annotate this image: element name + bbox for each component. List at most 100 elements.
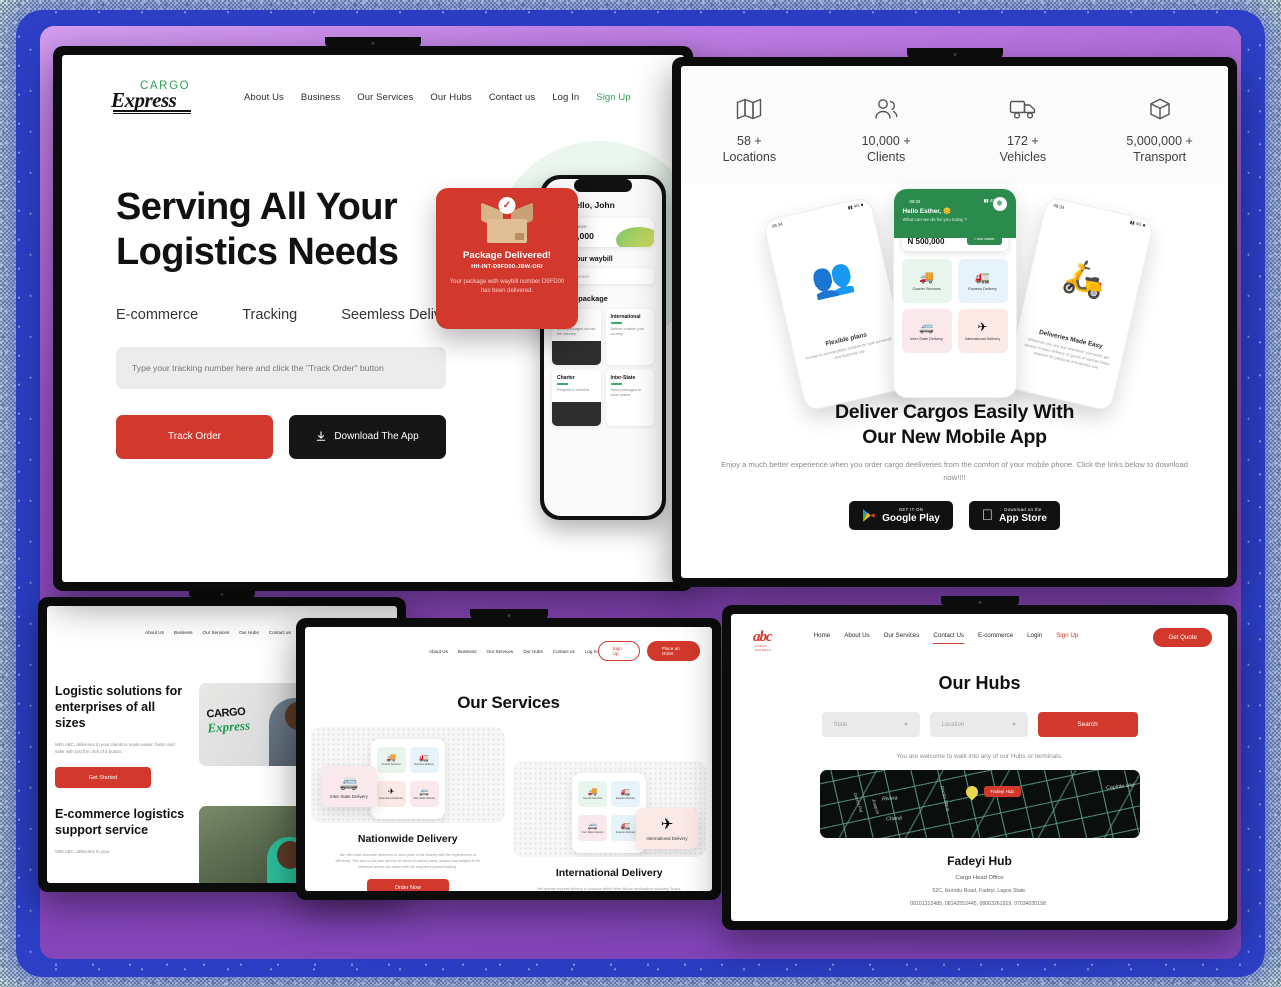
card-underline	[610, 322, 622, 324]
nav-contact-us[interactable]: Contact us	[489, 92, 535, 103]
phone-service-card[interactable]: Charter Request a vehichle	[552, 370, 601, 427]
hero-screen: CARGO Express About Us Business Our Serv…	[62, 55, 684, 582]
stat-label: Clients	[867, 150, 906, 164]
app-heading-line-2: Our New Mobile App	[862, 425, 1047, 448]
popout-card-international: ✈ International Delivery	[636, 808, 698, 849]
toast-message: Your package with waybill number D9FD00 …	[449, 279, 565, 295]
app-store-badge[interactable]:  Download on the App Store	[968, 500, 1060, 530]
nav-log-in[interactable]: Log In	[585, 649, 598, 654]
faux-tile: 🚐 Inter-State Delivery	[409, 781, 439, 807]
nav-sign-up[interactable]: Sign Up	[1056, 632, 1078, 644]
services-screen: About Us Business Our Services Our Hubs …	[305, 627, 712, 891]
tag-tracking: Tracking	[242, 306, 298, 323]
location-select[interactable]: Location ▾	[929, 712, 1028, 737]
place-an-order-button[interactable]: Place an Order	[646, 641, 700, 661]
nav-business[interactable]: Business	[458, 649, 477, 654]
app-service-tiles: 🚚 Courier Services 🚛 Express Delivery 🚐 …	[894, 251, 1016, 361]
services-nav-buttons: Sign Up Place an Order	[597, 641, 700, 661]
nav-contact-us[interactable]: Contact us	[269, 630, 291, 635]
stat-label: Locations	[722, 150, 777, 164]
leaf-badge-icon[interactable]: ❅	[992, 197, 1007, 211]
hubs-map[interactable]: Rivera Chaná Doctor Pal Joaquín Doctor M…	[819, 770, 1140, 838]
card-title: International	[610, 314, 641, 321]
courier-truck-icon: 🚚	[587, 787, 598, 797]
stat-locations: 58 + Locations	[681, 94, 818, 164]
google-play-badge[interactable]: GET IT ON Google Play	[849, 500, 953, 530]
airplane-icon: ✈	[660, 816, 674, 834]
package-delivered-toast: ✓ Package Delivered! HH-INT-D9FD00-JBW-O…	[436, 188, 578, 329]
faux-tile-label: Courier Services	[583, 797, 603, 801]
ecommerce-text: E-commerce logistics support service Wit…	[55, 806, 185, 883]
chevron-down-icon: ▾	[904, 722, 908, 728]
nav-our-services[interactable]: Our Services	[357, 92, 413, 103]
download-app-button[interactable]: Download The App	[289, 414, 446, 459]
apple-icon: 	[982, 508, 993, 523]
nav-home[interactable]: Home	[814, 632, 831, 644]
get-started-button[interactable]: Get Started	[55, 767, 151, 789]
nav-our-services[interactable]: Our Services	[203, 630, 230, 635]
nav-login[interactable]: Login	[1027, 632, 1042, 644]
card-underline	[610, 383, 622, 385]
nav-our-hubs[interactable]: Our Hubs	[239, 630, 259, 635]
nav-sign-up[interactable]: Sign Up	[596, 92, 631, 103]
cargo-express-logo[interactable]: CARGO Express	[110, 79, 196, 115]
status-icons: ▮▮ 4G ■	[847, 201, 864, 211]
phone-service-card[interactable]: Inter-State Send packages to other state…	[605, 370, 654, 427]
tracking-search-box[interactable]	[116, 346, 446, 389]
nav-about-us[interactable]: About Us	[145, 630, 164, 635]
nav-our-services[interactable]: Our Services	[884, 632, 920, 644]
nav-log-in[interactable]: Log In	[552, 92, 579, 103]
service-card-international: 🚚 Courier Services 🚛 Express Delivery 🚐 …	[512, 761, 706, 891]
faux-phone: 🚚 Courier Services 🚛 Express Delivery ✈ …	[370, 739, 445, 819]
app-greeting-sub: What can we do for you today ?	[902, 217, 968, 222]
airplane-icon: ✈	[387, 787, 395, 797]
tracking-number-input[interactable]	[132, 362, 430, 373]
card-desc: Request a vehichle	[557, 387, 590, 392]
service-title: Nationwide Delivery	[357, 833, 458, 845]
tile-express-delivery[interactable]: 🚛 Express Delivery	[957, 259, 1008, 303]
card-image	[552, 402, 601, 427]
order-now-button[interactable]: Order Now	[366, 879, 449, 891]
track-order-button[interactable]: Track Order	[116, 414, 273, 459]
nav-about-us[interactable]: About Us	[844, 632, 869, 644]
tile-international-delivery[interactable]: ✈ International Delivery	[957, 309, 1008, 353]
tile-inter-state-delivery[interactable]: 🚐 Inter-State Delivery	[901, 309, 952, 353]
hubs-search-button[interactable]: Search	[1037, 712, 1138, 737]
phone-notch	[574, 179, 632, 192]
state-select[interactable]: State ▾	[821, 712, 920, 737]
faux-tile: 🚐 Inter-State Delivery	[578, 815, 608, 841]
faux-tile-label: Express Delivery	[616, 797, 636, 801]
nav-our-hubs[interactable]: Our Hubs	[430, 92, 471, 103]
nav-our-services[interactable]: Our Services	[487, 649, 514, 654]
hub-office: Cargo Head Office	[955, 875, 1004, 881]
card-desc: Send packages to other states	[610, 387, 641, 397]
nav-business[interactable]: Business	[174, 630, 193, 635]
nav-business[interactable]: Business	[301, 92, 340, 103]
hub-address: 52C, Ikorodu Road, Fadeyi, Lagos State.	[932, 888, 1027, 894]
services-navbar: About Us Business Our Services Our Hubs …	[305, 627, 712, 661]
app-heading-line-1: Deliver Cargos Easily With	[834, 401, 1075, 423]
enterprise-paragraph: With ABC, deliveries to your clients is …	[55, 742, 175, 755]
get-quote-button[interactable]: Get Quote	[1153, 628, 1212, 647]
nav-about-us[interactable]: About Us	[244, 92, 284, 103]
abc-logo[interactable]: abc CARGO EXPRESS	[753, 629, 773, 652]
map-marker-label[interactable]: Fadeyi Hub	[983, 786, 1021, 797]
stat-label: Transport	[1133, 150, 1187, 164]
tile-courier-services[interactable]: 🚚 Courier Services	[901, 259, 952, 303]
stat-label: Vehicles	[999, 150, 1047, 164]
stat-number: 172 +	[1007, 134, 1039, 148]
app-green-header: 08:34 ▮▮ 4G ■ ❅ Hello Esther, 😊 What can…	[893, 189, 1016, 238]
webcam-notch	[940, 596, 1019, 607]
phone-service-card[interactable]: International Deliver outside your count…	[605, 309, 654, 366]
status-icons: ▮▮ 4G ■	[1129, 219, 1146, 228]
hubs-search-controls: State ▾ Location ▾ Search	[731, 712, 1228, 737]
service-card-nationwide: 🚚 Courier Services 🚛 Express Delivery ✈ …	[311, 727, 505, 891]
nav-ecommerce[interactable]: E-commerce	[978, 632, 1013, 644]
nav-contact-us[interactable]: Contact Us	[933, 632, 965, 644]
hub-name: Fadeyi Hub	[947, 854, 1012, 868]
nav-about-us[interactable]: About Us	[429, 649, 448, 654]
tile-label: Courier Services	[912, 287, 941, 292]
nav-our-hubs[interactable]: Our Hubs	[523, 649, 543, 654]
nav-contact-us[interactable]: Contact us	[553, 649, 575, 654]
sign-up-button[interactable]: Sign Up	[597, 641, 640, 661]
